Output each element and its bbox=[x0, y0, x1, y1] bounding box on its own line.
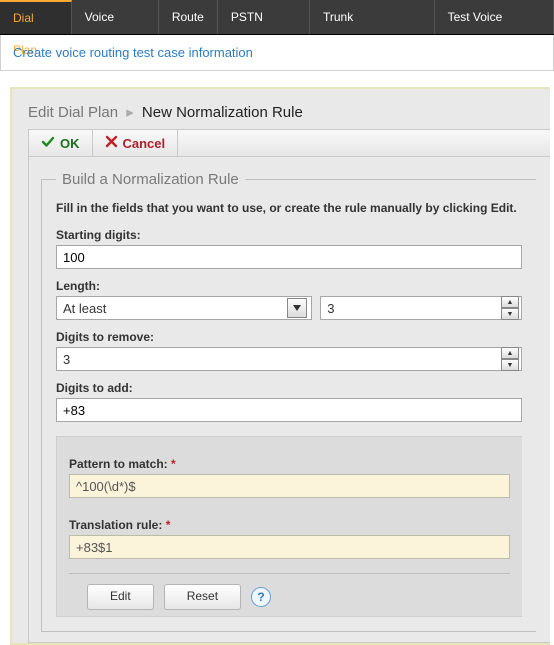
breadcrumb-sep-icon: ▸ bbox=[126, 104, 134, 121]
length-mode-select[interactable]: At least bbox=[56, 296, 312, 320]
toolbar: OK Cancel bbox=[28, 129, 550, 157]
check-icon bbox=[41, 135, 55, 152]
tab-route[interactable]: Route bbox=[159, 0, 218, 34]
spinner-buttons-icon: ▲▼ bbox=[501, 347, 519, 371]
pattern-label: Pattern to match: * bbox=[69, 457, 510, 471]
digits-remove-value: 3 bbox=[63, 352, 70, 367]
length-label: Length: bbox=[56, 279, 522, 293]
computed-block: Pattern to match: * Translation rule: * … bbox=[56, 436, 522, 617]
divider bbox=[69, 573, 510, 574]
rule-legend: Build a Normalization Rule bbox=[56, 171, 245, 188]
tab-test-voice-routing[interactable]: Test Voice Routing bbox=[435, 0, 554, 34]
chevron-down-icon bbox=[287, 298, 307, 318]
starting-digits-input[interactable] bbox=[56, 245, 522, 269]
breadcrumb-parent: Edit Dial Plan bbox=[28, 104, 118, 121]
starting-digits-label: Starting digits: bbox=[56, 228, 522, 242]
edit-button[interactable]: Edit bbox=[87, 584, 154, 610]
content-outer: Edit Dial Plan ▸ New Normalization Rule … bbox=[10, 87, 550, 645]
top-nav: Dial Plan Voice Policy Route PSTN Usage … bbox=[0, 0, 554, 35]
translation-label: Translation rule: * bbox=[69, 518, 510, 532]
tab-dial-plan[interactable]: Dial Plan bbox=[0, 0, 72, 34]
cancel-label: Cancel bbox=[123, 136, 166, 151]
digits-add-label: Digits to add: bbox=[56, 381, 522, 395]
tab-voice-policy[interactable]: Voice Policy bbox=[72, 0, 159, 34]
rule-instructions: Fill in the fields that you want to use,… bbox=[56, 200, 522, 216]
ok-label: OK bbox=[60, 136, 80, 151]
help-icon[interactable]: ? bbox=[251, 587, 271, 607]
rule-fieldset: Build a Normalization Rule Fill in the f… bbox=[41, 171, 536, 632]
tab-trunk-configuration[interactable]: Trunk Configuration bbox=[310, 0, 435, 34]
create-test-case-link[interactable]: Create voice routing test case informati… bbox=[13, 45, 253, 60]
breadcrumb: Edit Dial Plan ▸ New Normalization Rule bbox=[28, 103, 550, 121]
panel-body: Build a Normalization Rule Fill in the f… bbox=[28, 157, 550, 643]
digits-remove-stepper[interactable]: 3 ▲▼ bbox=[56, 347, 522, 371]
digits-add-input[interactable] bbox=[56, 398, 522, 422]
close-icon bbox=[105, 135, 118, 151]
ok-button[interactable]: OK bbox=[29, 130, 93, 156]
cancel-button[interactable]: Cancel bbox=[93, 130, 179, 156]
translation-output bbox=[69, 535, 510, 559]
required-icon: * bbox=[166, 518, 171, 532]
breadcrumb-current: New Normalization Rule bbox=[142, 104, 303, 121]
digits-remove-label: Digits to remove: bbox=[56, 330, 522, 344]
required-icon: * bbox=[171, 457, 176, 471]
length-value-stepper[interactable]: 3 ▲▼ bbox=[320, 296, 522, 320]
reset-button[interactable]: Reset bbox=[164, 584, 241, 610]
pattern-output bbox=[69, 474, 510, 498]
spinner-buttons-icon: ▲▼ bbox=[501, 296, 519, 320]
length-value: 3 bbox=[327, 301, 334, 316]
tab-pstn-usage[interactable]: PSTN Usage bbox=[218, 0, 310, 34]
length-mode-value: At least bbox=[63, 301, 106, 316]
